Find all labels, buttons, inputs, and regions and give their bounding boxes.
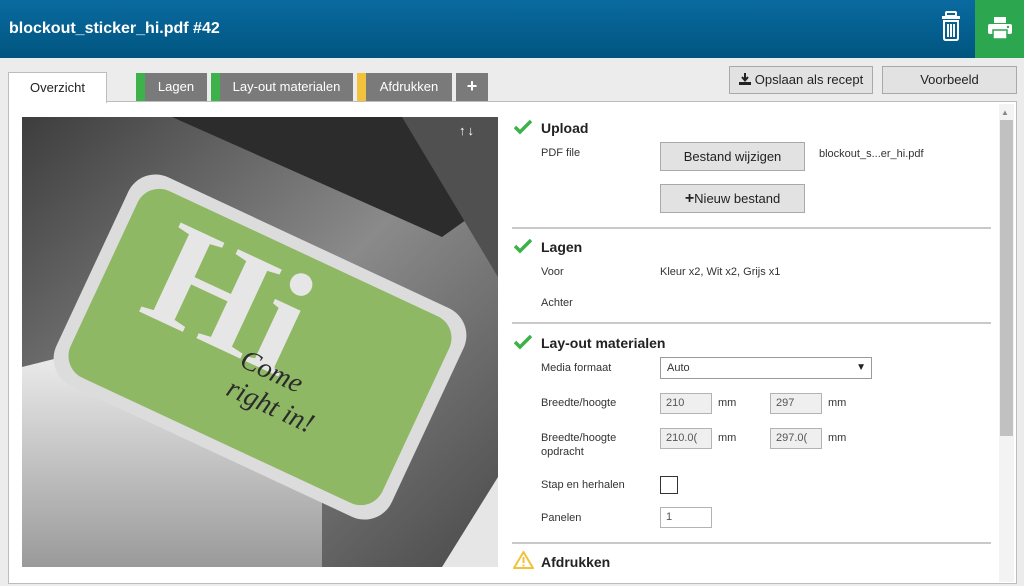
step-repeat-label: Stap en herhalen — [541, 479, 625, 491]
delete-button[interactable] — [938, 10, 968, 46]
save-as-recipe-button[interactable]: Opslaan als recept — [729, 66, 873, 94]
front-label: Voor — [541, 266, 564, 278]
status-marker-warning — [357, 73, 366, 101]
document-preview[interactable]: Hi Come right in! — [22, 117, 498, 567]
top-bar: blockout_sticker_hi.pdf #42 — [0, 0, 1024, 58]
layers-title: Lagen — [541, 239, 583, 255]
job-height-unit: mm — [828, 432, 847, 444]
front-value: Kleur x2, Wit x2, Grijs x1 — [660, 266, 781, 278]
step-repeat-checkbox[interactable] — [660, 476, 678, 494]
change-file-button[interactable]: Bestand wijzigen — [660, 142, 805, 171]
new-file-label: Nieuw bestand — [694, 191, 781, 206]
scrollbar-thumb[interactable] — [1000, 120, 1013, 436]
section-divider — [512, 322, 991, 324]
tab-overzicht[interactable]: Overzicht — [8, 72, 107, 103]
width-height-label: Breedte/hoogte — [541, 397, 617, 409]
job-width-height-label: Breedte/hoogte — [541, 432, 617, 444]
height-input[interactable]: 297 — [770, 393, 822, 414]
warning-icon — [513, 551, 534, 569]
check-icon — [514, 238, 532, 254]
download-icon — [738, 73, 751, 85]
printer-icon — [988, 17, 1012, 39]
sticker-preview-image: Hi Come right in! — [22, 117, 498, 567]
plus-icon: + — [466, 76, 478, 96]
new-file-button[interactable]: +Nieuw bestand — [660, 184, 805, 213]
width-unit: mm — [718, 397, 737, 409]
dropdown-arrow-icon: ▼ — [856, 362, 866, 373]
job-width-input[interactable]: 210.0( — [660, 428, 712, 449]
job-width-unit: mm — [718, 432, 737, 444]
section-divider — [512, 227, 991, 229]
width-input[interactable]: 210 — [660, 393, 712, 414]
upload-title: Upload — [541, 120, 589, 136]
print-button[interactable] — [975, 0, 1024, 58]
job-height-input[interactable]: 297.0( — [770, 428, 822, 449]
check-icon — [514, 334, 532, 350]
media-size-select[interactable]: Auto ▼ — [660, 357, 872, 379]
media-size-label: Media formaat — [541, 362, 612, 374]
pdf-file-label: PDF file — [541, 147, 581, 159]
status-marker-complete — [136, 73, 145, 101]
media-size-value: Auto — [667, 362, 690, 374]
check-icon — [514, 119, 532, 135]
back-label: Achter — [541, 297, 573, 309]
job-width-height-label-line2: opdracht — [541, 446, 584, 458]
section-divider — [512, 542, 991, 544]
trash-icon — [942, 11, 960, 41]
plus-icon: + — [684, 190, 695, 207]
layout-title: Lay-out materialen — [541, 335, 666, 351]
height-unit: mm — [828, 397, 847, 409]
preview-layer-toggle[interactable]: ↑↓ — [459, 123, 476, 138]
tab-label: Lay-out materialen — [232, 79, 341, 94]
tab-label: Lagen — [157, 79, 195, 94]
file-name: blockout_s...er_hi.pdf — [819, 148, 924, 160]
print-title: Afdrukken — [541, 554, 611, 570]
tab-afdrukken[interactable]: Afdrukken — [357, 73, 452, 101]
tab-layout-materialen[interactable]: Lay-out materialen — [211, 73, 353, 101]
save-as-recipe-label: Opslaan als recept — [754, 72, 864, 87]
add-tab-button[interactable]: + — [456, 73, 488, 101]
document-title: blockout_sticker_hi.pdf #42 — [9, 20, 220, 37]
tab-lagen[interactable]: Lagen — [136, 73, 207, 101]
scroll-up-icon[interactable]: ▲ — [1001, 108, 1009, 117]
status-marker-complete — [211, 73, 220, 101]
panels-input[interactable]: 1 — [660, 507, 712, 528]
preview-button[interactable]: Voorbeeld — [882, 66, 1017, 94]
panels-label: Panelen — [541, 512, 582, 524]
tab-label: Afdrukken — [379, 79, 439, 94]
